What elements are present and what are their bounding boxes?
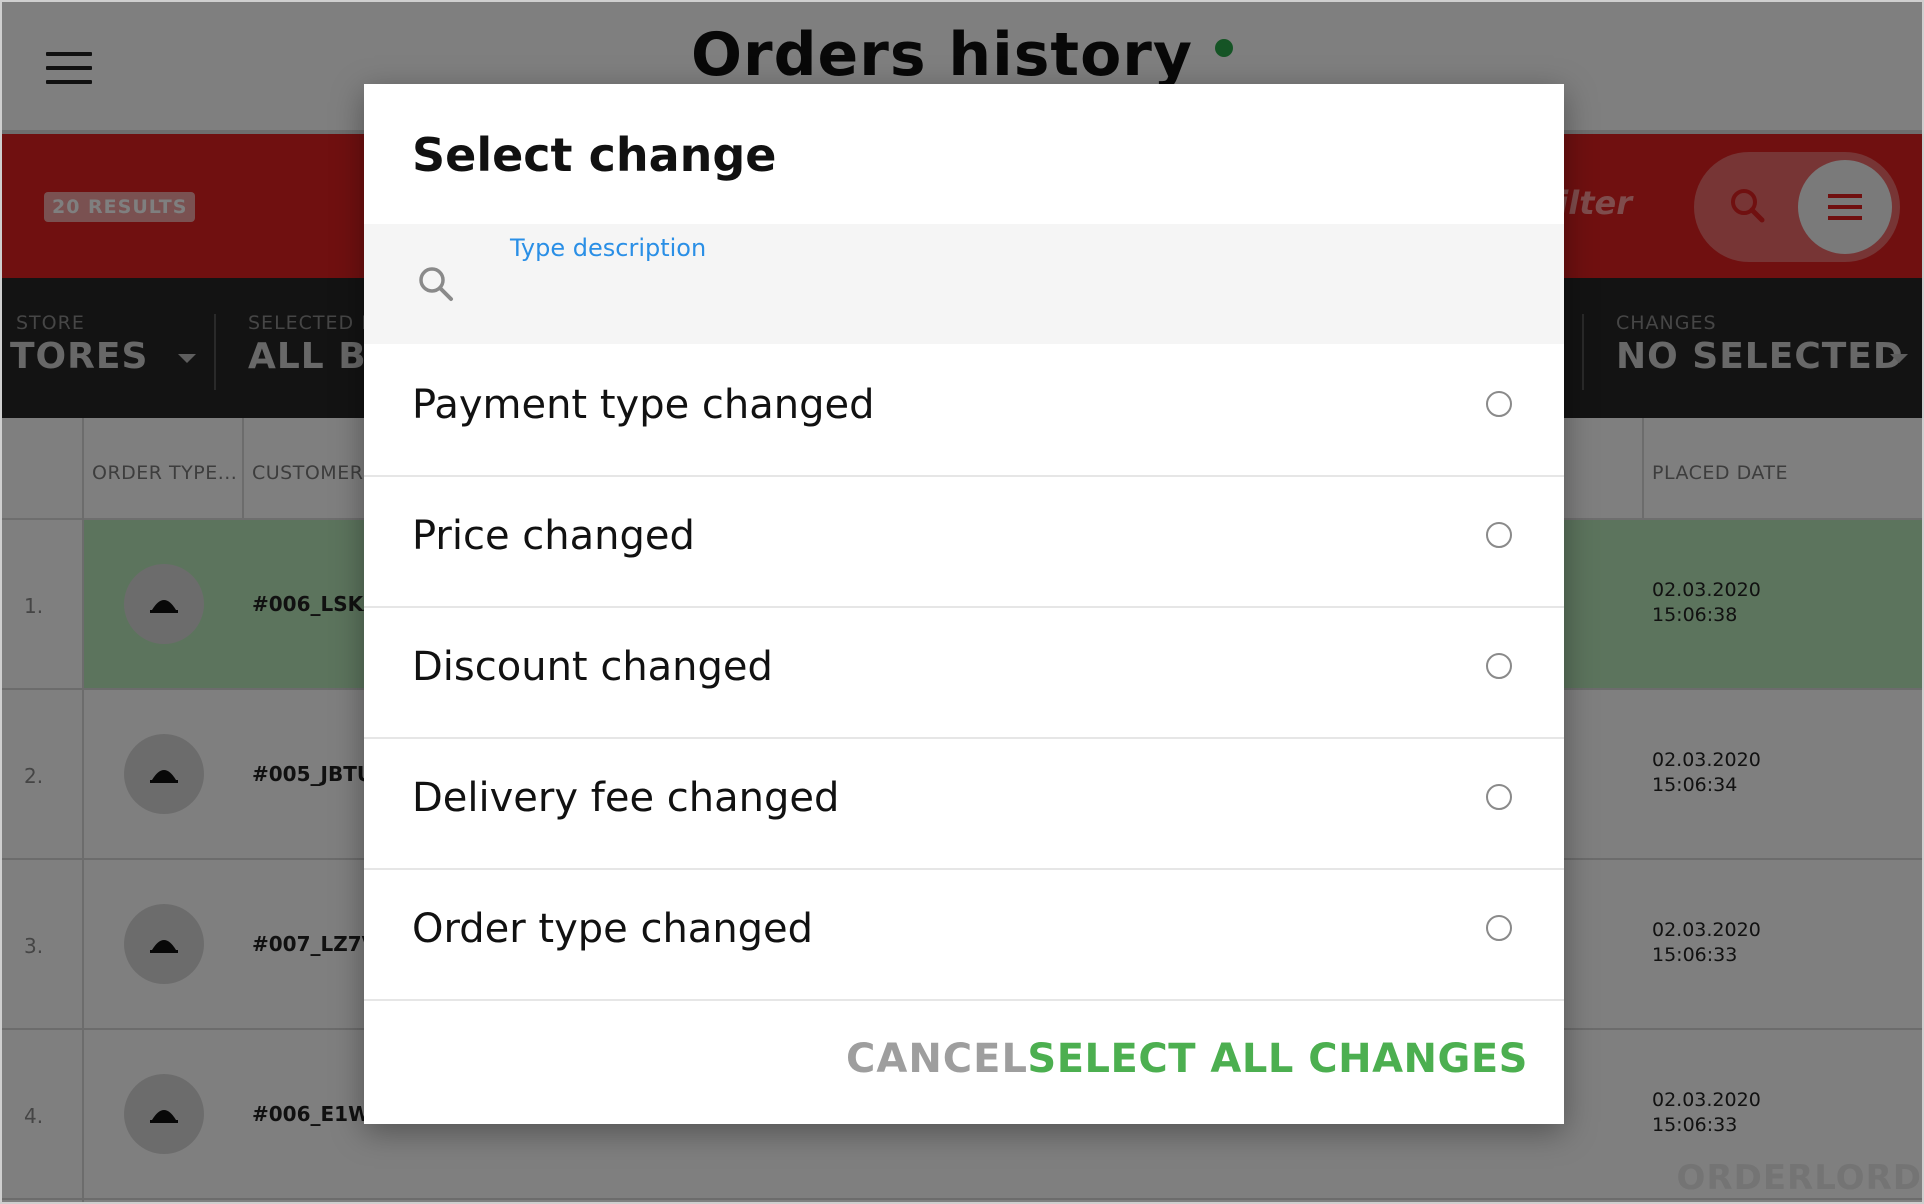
select-all-changes-button[interactable]: SELECT ALL CHANGES bbox=[1027, 1036, 1528, 1082]
app-window: Orders history 20 RESULTS d filter STORE… bbox=[0, 0, 1924, 1204]
dialog-actions: CANCEL SELECT ALL CHANGES bbox=[364, 996, 1564, 1124]
radio-button[interactable] bbox=[1486, 784, 1512, 810]
radio-button[interactable] bbox=[1486, 915, 1512, 941]
search-input[interactable] bbox=[510, 272, 1494, 324]
option-price-changed[interactable]: Price changed bbox=[364, 475, 1564, 608]
option-payment-type-changed[interactable]: Payment type changed bbox=[364, 344, 1564, 477]
option-discount-changed[interactable]: Discount changed bbox=[364, 606, 1564, 739]
option-label: Delivery fee changed bbox=[412, 775, 840, 821]
option-label: Payment type changed bbox=[412, 382, 875, 428]
radio-button[interactable] bbox=[1486, 391, 1512, 417]
dialog-title: Select change bbox=[412, 128, 777, 182]
search-field[interactable]: Type description bbox=[364, 224, 1564, 344]
cancel-button[interactable]: CANCEL bbox=[846, 1036, 1028, 1082]
select-change-dialog: Select change Type description Payment t… bbox=[364, 84, 1564, 1124]
option-label: Order type changed bbox=[412, 906, 814, 952]
radio-button[interactable] bbox=[1486, 653, 1512, 679]
option-order-type-changed[interactable]: Order type changed bbox=[364, 868, 1564, 1001]
option-delivery-fee-changed[interactable]: Delivery fee changed bbox=[364, 737, 1564, 870]
search-icon bbox=[419, 267, 453, 301]
search-field-label: Type description bbox=[510, 234, 707, 262]
option-label: Discount changed bbox=[412, 644, 773, 690]
radio-button[interactable] bbox=[1486, 522, 1512, 548]
option-label: Price changed bbox=[412, 513, 695, 559]
